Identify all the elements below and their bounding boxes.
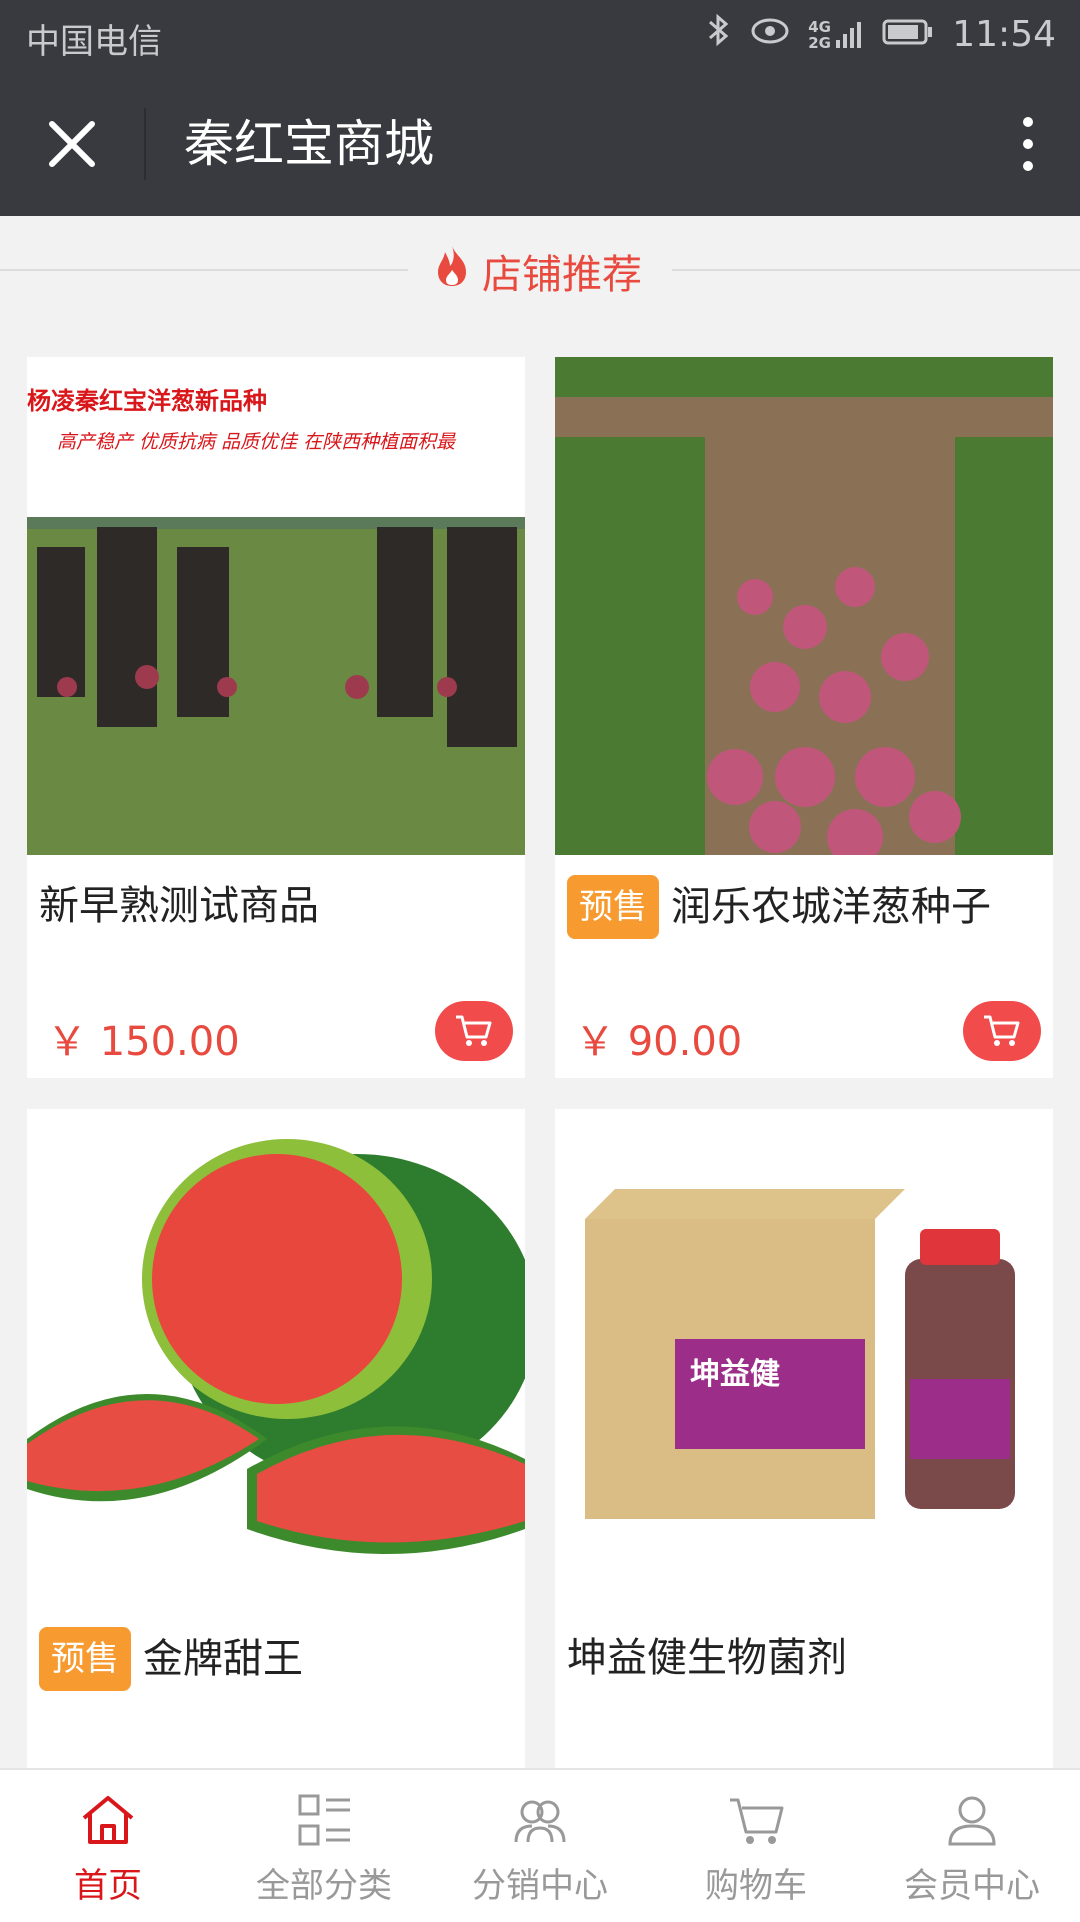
- product-card[interactable]: 坤益健 坤益健生物菌剂: [555, 1109, 1053, 1768]
- product-name-row: 坤益健生物菌剂: [567, 1627, 1041, 1689]
- more-icon[interactable]: [1016, 112, 1040, 176]
- section-line-left: [0, 269, 408, 271]
- clock: 11:54: [952, 14, 1056, 55]
- distribution-icon: [514, 1800, 566, 1843]
- tab-member[interactable]: 会员中心: [864, 1770, 1080, 1922]
- cart-icon: [984, 1015, 1020, 1046]
- product-image[interactable]: [27, 1109, 525, 1607]
- tab-label: 首页: [74, 1866, 142, 1906]
- presale-badge: 预售: [567, 875, 659, 939]
- tab-home[interactable]: 首页: [0, 1770, 216, 1922]
- fire-icon: [432, 244, 472, 298]
- tab-label: 会员中心: [904, 1866, 1040, 1906]
- cart-icon: [730, 1798, 784, 1844]
- product-name[interactable]: 金牌甜王: [143, 1628, 303, 1690]
- add-to-cart-button[interactable]: [963, 1001, 1041, 1061]
- tab-category[interactable]: 全部分类: [216, 1770, 432, 1922]
- product-price: ￥ 150.00: [47, 1019, 240, 1065]
- product-name[interactable]: 新早熟测试商品: [39, 875, 319, 937]
- product-name-row: 预售 润乐农城洋葱种子: [567, 875, 1041, 939]
- presale-badge: 预售: [39, 1627, 131, 1691]
- status-bar: 中国电信 4G 2G 11:54: [0, 0, 1080, 72]
- cart-icon: [456, 1015, 492, 1046]
- product-card[interactable]: 预售 金牌甜王: [27, 1109, 525, 1768]
- nav-bar: 秦红宝商城: [0, 72, 1080, 216]
- home-icon: [82, 1796, 134, 1844]
- product-price: ￥ 90.00: [575, 1019, 743, 1065]
- eye-icon: [750, 14, 790, 55]
- user-icon: [948, 1796, 996, 1846]
- product-name-row: 新早熟测试商品: [39, 875, 513, 937]
- product-name[interactable]: 坤益健生物菌剂: [567, 1627, 847, 1689]
- product-image[interactable]: 杨凌秦红宝洋葱新品种 高产稳产 优质抗病 品质优佳 在陕西种植面积最: [27, 357, 525, 855]
- nav-divider: [144, 108, 146, 180]
- tab-label: 分销中心: [472, 1866, 608, 1906]
- tab-label: 全部分类: [256, 1866, 392, 1906]
- close-icon[interactable]: [40, 112, 104, 176]
- page-title: 秦红宝商城: [184, 115, 434, 173]
- tab-distribution[interactable]: 分销中心: [432, 1770, 648, 1922]
- box-brand-label: 坤益健: [690, 1357, 780, 1392]
- network-label: 4G 2G: [808, 17, 831, 52]
- banner-line-2: 高产稳产 优质抗病 品质优佳 在陕西种植面积最: [57, 431, 456, 453]
- add-to-cart-button[interactable]: [435, 1001, 513, 1061]
- product-name[interactable]: 润乐农城洋葱种子: [671, 876, 991, 938]
- carrier-label: 中国电信: [26, 22, 162, 62]
- tab-label: 购物车: [705, 1866, 807, 1906]
- product-card[interactable]: 预售 润乐农城洋葱种子 ￥ 90.00: [555, 357, 1053, 1078]
- battery-icon: [882, 14, 934, 55]
- tab-cart[interactable]: 购物车: [648, 1770, 864, 1922]
- section-header: 店铺推荐: [0, 216, 1080, 328]
- product-image[interactable]: 坤益健: [555, 1109, 1053, 1607]
- bluetooth-icon: [706, 12, 732, 57]
- section-line-right: [672, 269, 1080, 271]
- section-title: 店铺推荐: [482, 252, 642, 298]
- product-image[interactable]: [555, 357, 1053, 855]
- banner-line-1: 杨凌秦红宝洋葱新品种: [27, 387, 267, 415]
- product-card[interactable]: 杨凌秦红宝洋葱新品种 高产稳产 优质抗病 品质优佳 在陕西种植面积最 新早熟测试…: [27, 357, 525, 1078]
- bottom-tab-bar: 首页 全部分类 分销中心 购物车 会员中心: [0, 1768, 1080, 1922]
- signal-icon: 4G 2G: [808, 19, 864, 51]
- category-icon: [298, 1794, 350, 1846]
- product-name-row: 预售 金牌甜王: [39, 1627, 513, 1691]
